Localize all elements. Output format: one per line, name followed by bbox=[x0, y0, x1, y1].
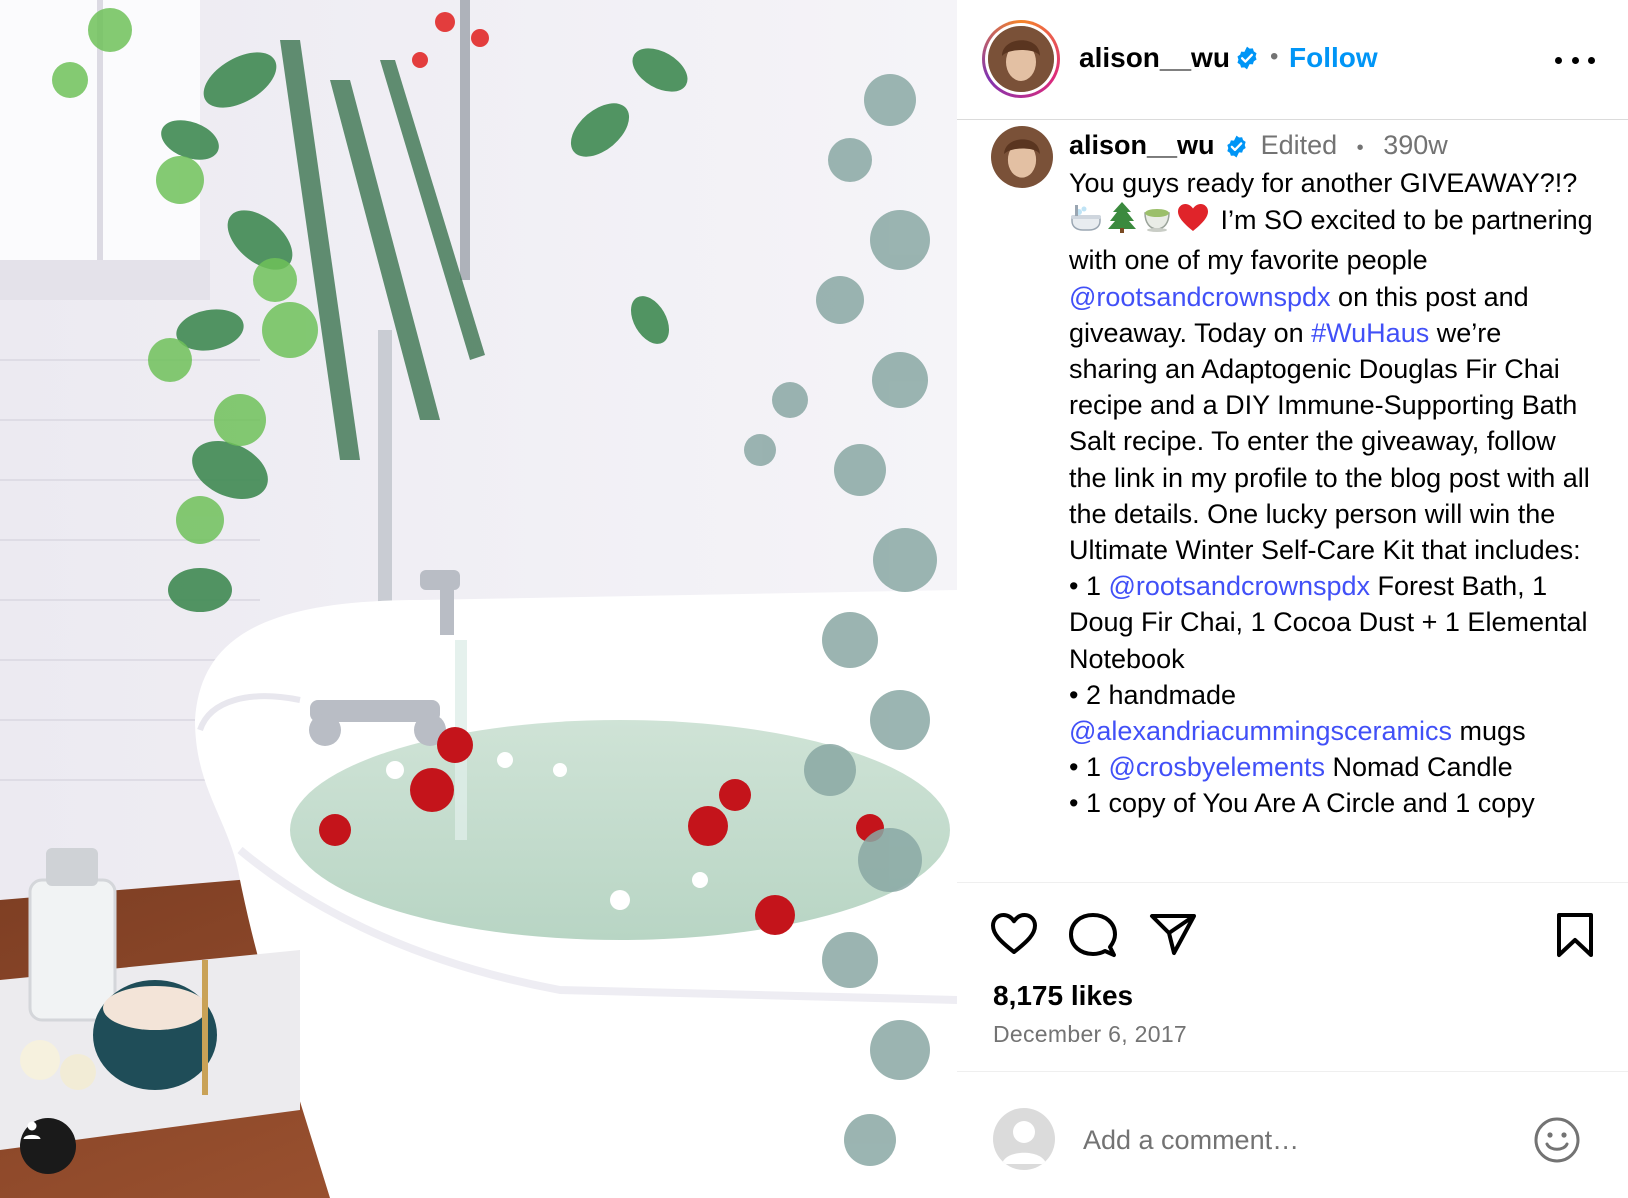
comment-icon[interactable] bbox=[1069, 912, 1117, 963]
red-heart-icon bbox=[1177, 203, 1209, 242]
teacup-icon bbox=[1141, 203, 1173, 242]
caption-avatar[interactable] bbox=[991, 126, 1053, 188]
mention-link[interactable]: @rootsandcrownspdx bbox=[1108, 571, 1370, 601]
current-user-avatar bbox=[993, 1108, 1055, 1170]
mention-link[interactable]: @rootsandcrownspdx bbox=[1069, 282, 1331, 312]
caption-part: You guys ready for another GIVEAWAY?!? bbox=[1069, 168, 1578, 198]
hashtag-link[interactable]: #WuHaus bbox=[1311, 318, 1429, 348]
profile-photo bbox=[991, 126, 1053, 188]
bullet-prefix: • 2 handmade bbox=[1069, 679, 1237, 710]
caption-username[interactable]: alison__wu bbox=[1069, 130, 1215, 160]
caption-meta-line: alison__wu Edited • 390w bbox=[1069, 130, 1448, 162]
mention-link[interactable]: @crosbyelements bbox=[1108, 752, 1325, 782]
bullet-text: mugs bbox=[1452, 716, 1526, 747]
user-tag-icon bbox=[23, 1121, 41, 1139]
share-icon[interactable] bbox=[1149, 912, 1197, 961]
comment-input[interactable] bbox=[1081, 1115, 1485, 1165]
bullet-prefix: • 1 bbox=[1069, 571, 1109, 602]
verified-icon bbox=[1224, 131, 1249, 162]
profile-photo bbox=[988, 26, 1054, 92]
header-username[interactable]: alison__wu bbox=[1079, 42, 1230, 74]
header-separator: • bbox=[1270, 43, 1279, 70]
comment-divider bbox=[957, 1071, 1628, 1072]
more-options-icon[interactable] bbox=[1555, 48, 1595, 72]
evergreen-tree-icon bbox=[1107, 201, 1137, 242]
mention-link[interactable]: @alexandriacummingsceramics bbox=[1069, 716, 1452, 746]
emoji-icon[interactable] bbox=[1533, 1116, 1581, 1169]
post-side-panel: alison__wu • Follow alison__wu Edited • … bbox=[957, 0, 1628, 1198]
follow-button[interactable]: Follow bbox=[1289, 42, 1378, 74]
post-time-ago[interactable]: 390w bbox=[1383, 130, 1448, 160]
verified-icon bbox=[1234, 45, 1260, 76]
bullet-text: • 1 copy of You Are A Circle and 1 copy bbox=[1069, 788, 1535, 819]
meta-separator: • bbox=[1356, 137, 1364, 159]
post-date[interactable]: December 6, 2017 bbox=[993, 1021, 1187, 1048]
bookmark-icon[interactable] bbox=[1555, 912, 1595, 963]
bullet-prefix: • 1 bbox=[1069, 752, 1109, 783]
bathtub-icon bbox=[1069, 203, 1103, 242]
header-avatar[interactable] bbox=[982, 20, 1060, 98]
bullet-text: Nomad Candle bbox=[1324, 752, 1513, 783]
caption-text: You guys ready for another GIVEAWAY?!? I… bbox=[1069, 165, 1594, 822]
action-bar bbox=[957, 912, 1628, 962]
caption-part: we’re sharing an Adaptogenic Douglas Fir… bbox=[1069, 317, 1590, 566]
edited-label: Edited bbox=[1260, 130, 1338, 160]
heart-icon[interactable] bbox=[990, 912, 1038, 961]
user-tag-button[interactable] bbox=[20, 1118, 76, 1174]
caption-section: alison__wu Edited • 390w You guys ready … bbox=[957, 120, 1628, 883]
post-header: alison__wu • Follow bbox=[957, 0, 1628, 120]
likes-count[interactable]: 8,175 likes bbox=[993, 980, 1133, 1012]
bathtub-photo bbox=[0, 0, 957, 1198]
post-photo[interactable] bbox=[0, 0, 957, 1198]
